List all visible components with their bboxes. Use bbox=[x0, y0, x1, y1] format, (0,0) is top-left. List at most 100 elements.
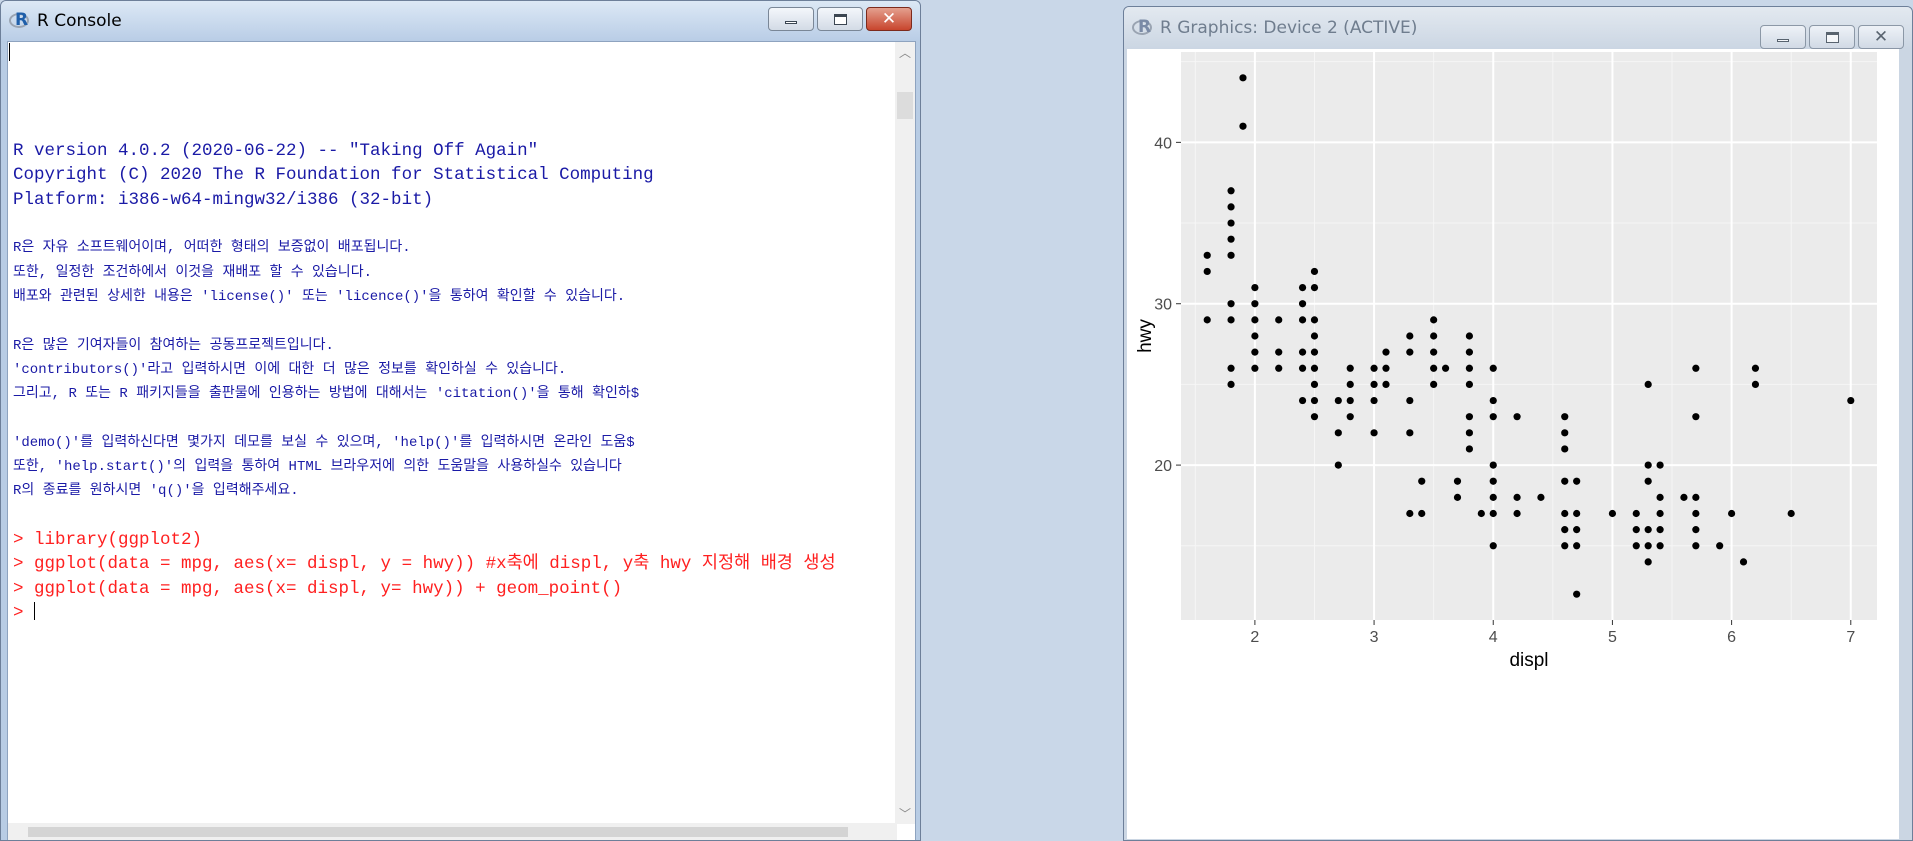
y-tick-label: 20 bbox=[1154, 458, 1172, 475]
scroll-up-icon[interactable]: ︿ bbox=[899, 44, 911, 61]
data-point bbox=[1465, 380, 1474, 389]
x-tick-label: 4 bbox=[1489, 629, 1498, 646]
data-point bbox=[1692, 509, 1700, 518]
data-point bbox=[1310, 380, 1319, 389]
data-point bbox=[1644, 461, 1652, 469]
horizontal-scroll-thumb[interactable] bbox=[28, 827, 848, 837]
data-point bbox=[1644, 558, 1652, 566]
console-line: 또한, 일정한 조건하에서 이것을 재배포 할 수 있습니다. bbox=[13, 264, 372, 281]
data-point bbox=[1453, 477, 1462, 485]
data-point bbox=[1787, 509, 1795, 518]
data-point bbox=[1573, 477, 1581, 485]
data-point bbox=[1370, 396, 1378, 405]
console-line: R version 4.0.2 (2020-06-22) -- "Taking … bbox=[13, 141, 539, 162]
data-point bbox=[1346, 380, 1354, 389]
data-point bbox=[1227, 203, 1235, 211]
x-tick-label: 5 bbox=[1608, 629, 1617, 646]
data-point bbox=[1406, 396, 1414, 405]
data-point bbox=[1465, 348, 1474, 356]
data-point bbox=[1430, 380, 1438, 389]
console-close-button[interactable]: ✕ bbox=[866, 7, 912, 31]
data-point bbox=[1275, 316, 1283, 324]
data-point bbox=[1644, 542, 1652, 550]
data-point bbox=[1692, 493, 1700, 501]
data-point bbox=[1656, 461, 1664, 469]
data-point bbox=[1298, 283, 1307, 292]
data-point bbox=[1406, 348, 1414, 356]
console-line: > library(ggplot2) bbox=[13, 529, 203, 550]
data-point bbox=[1298, 316, 1307, 324]
data-point bbox=[1656, 509, 1664, 518]
horizontal-scrollbar[interactable] bbox=[8, 823, 897, 840]
prompt-line[interactable]: > bbox=[13, 601, 893, 625]
console-maximize-button[interactable] bbox=[817, 7, 863, 31]
data-point bbox=[1716, 542, 1724, 550]
data-point bbox=[1382, 364, 1390, 372]
x-tick-label: 7 bbox=[1846, 629, 1855, 646]
data-point bbox=[1489, 477, 1497, 485]
scroll-down-icon[interactable]: ﹀ bbox=[899, 805, 911, 822]
data-point bbox=[1251, 332, 1259, 340]
data-point bbox=[1227, 300, 1235, 308]
data-point bbox=[1203, 267, 1211, 276]
data-point bbox=[1251, 364, 1259, 372]
data-point bbox=[1251, 300, 1259, 308]
data-point bbox=[1477, 509, 1485, 518]
data-point bbox=[1370, 364, 1378, 372]
vertical-scroll-thumb[interactable] bbox=[897, 92, 913, 119]
console-line: > ggplot(data = mpg, aes(x= displ, y= hw… bbox=[13, 578, 623, 599]
console-line: > ggplot(data = mpg, aes(x= displ, y = h… bbox=[13, 554, 836, 575]
close-icon: ✕ bbox=[881, 8, 897, 29]
y-axis-title: hwy bbox=[1135, 319, 1156, 353]
y-tick-label: 30 bbox=[1154, 297, 1172, 314]
data-point bbox=[1489, 461, 1497, 469]
data-point bbox=[1310, 364, 1319, 372]
data-point bbox=[1227, 251, 1235, 259]
data-point bbox=[1728, 509, 1736, 518]
console-minimize-button[interactable] bbox=[768, 7, 814, 31]
graphics-titlebar[interactable]: R R Graphics: Device 2 (ACTIVE) ✕ bbox=[1124, 7, 1912, 49]
graphics-maximize-button[interactable] bbox=[1809, 25, 1855, 49]
data-point bbox=[1227, 235, 1235, 243]
data-point bbox=[1608, 509, 1617, 518]
graphics-minimize-button[interactable] bbox=[1760, 25, 1806, 49]
scatter-plot: 2 3 4 5 6 7 20 30 40 displ hwy bbox=[1135, 52, 1877, 671]
data-point bbox=[1573, 509, 1581, 518]
data-point bbox=[1573, 526, 1581, 534]
console-output-area[interactable]: R version 4.0.2 (2020-06-22) -- "Taking … bbox=[7, 41, 916, 840]
graphics-title: R Graphics: Device 2 (ACTIVE) bbox=[1160, 18, 1418, 38]
graphics-close-button[interactable]: ✕ bbox=[1858, 25, 1904, 49]
data-point bbox=[1465, 364, 1474, 372]
console-line: R의 종료를 원하시면 'q()'을 입력해주세요. bbox=[13, 483, 299, 500]
data-point bbox=[1334, 461, 1342, 469]
console-titlebar[interactable]: R R Console ✕ bbox=[1, 1, 920, 41]
data-point bbox=[1561, 526, 1569, 534]
data-point bbox=[1227, 187, 1235, 195]
data-point bbox=[1298, 364, 1307, 372]
vertical-scrollbar[interactable]: ︿ ﹀ bbox=[895, 42, 915, 824]
data-point bbox=[1739, 558, 1748, 566]
x-tick-label: 2 bbox=[1250, 629, 1259, 646]
data-point bbox=[1751, 380, 1760, 389]
data-point bbox=[1227, 316, 1235, 324]
data-point bbox=[1441, 364, 1450, 372]
r-console-window[interactable]: R R Console ✕ R version 4.0.2 (2020-06-2… bbox=[0, 0, 921, 841]
data-point bbox=[1430, 364, 1438, 372]
data-point bbox=[1692, 364, 1700, 372]
data-point bbox=[1561, 413, 1569, 421]
r-graphics-window[interactable]: R R Graphics: Device 2 (ACTIVE) ✕ 2 3 4 5 6 7… bbox=[1123, 6, 1913, 841]
data-point bbox=[1692, 542, 1700, 550]
console-text[interactable]: R version 4.0.2 (2020-06-22) -- "Taking … bbox=[13, 42, 893, 822]
console-line: 또한, 'help.start()'의 입력을 통하여 HTML 브라우저에 의… bbox=[13, 459, 622, 476]
data-point bbox=[1573, 542, 1581, 550]
data-point bbox=[1656, 542, 1664, 550]
data-point bbox=[1692, 526, 1700, 534]
data-point bbox=[1251, 348, 1259, 356]
maximize-icon bbox=[1825, 31, 1839, 43]
data-point bbox=[1430, 332, 1438, 340]
text-cursor bbox=[34, 601, 36, 620]
data-point bbox=[1453, 493, 1462, 501]
